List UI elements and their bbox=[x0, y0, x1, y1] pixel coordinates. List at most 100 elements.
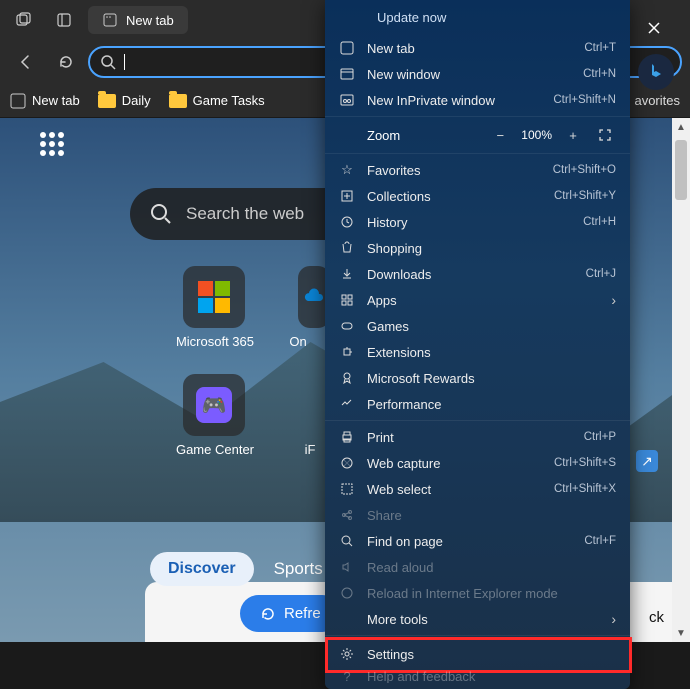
search-placeholder: Search the web bbox=[186, 204, 304, 224]
menu-share: Share bbox=[325, 502, 630, 528]
tile-gamecenter[interactable]: 🎮 bbox=[183, 374, 245, 436]
menu-label: Find on page bbox=[367, 534, 572, 549]
refresh-button[interactable] bbox=[48, 44, 84, 80]
menu-label: New InPrivate window bbox=[367, 93, 541, 108]
onedrive-icon bbox=[302, 285, 326, 309]
menu-rewards[interactable]: Microsoft Rewards bbox=[325, 365, 630, 391]
tile-label: Game Center bbox=[155, 442, 275, 457]
fav-newtab[interactable]: New tab bbox=[10, 93, 80, 109]
menu-settings[interactable]: Settings bbox=[325, 639, 630, 669]
zoom-out-button[interactable]: − bbox=[489, 124, 511, 146]
menu-performance[interactable]: Performance bbox=[325, 391, 630, 417]
menu-separator bbox=[325, 635, 630, 636]
refresh-icon bbox=[260, 606, 276, 622]
menu-inprivate[interactable]: New InPrivate window Ctrl+Shift+N bbox=[325, 87, 630, 113]
fullscreen-button[interactable] bbox=[594, 124, 616, 146]
rewards-icon bbox=[339, 370, 355, 386]
menu-update-now[interactable]: Update now bbox=[325, 0, 630, 35]
history-icon bbox=[339, 214, 355, 230]
menu-label: Print bbox=[367, 430, 572, 445]
menu-label: Shopping bbox=[367, 241, 616, 256]
menu-shortcut: Ctrl+P bbox=[584, 431, 616, 443]
tile-label: iF bbox=[290, 442, 330, 457]
chevron-right-icon: › bbox=[611, 611, 616, 627]
menu-more-tools[interactable]: More tools › bbox=[325, 606, 630, 632]
menu-history[interactable]: History Ctrl+H bbox=[325, 209, 630, 235]
print-icon bbox=[339, 429, 355, 445]
menu-label: Games bbox=[367, 319, 616, 334]
gear-icon bbox=[339, 646, 355, 662]
app-launcher-icon[interactable] bbox=[40, 132, 68, 160]
tile-label: On bbox=[268, 334, 328, 349]
extensions-icon bbox=[339, 344, 355, 360]
close-button[interactable] bbox=[634, 8, 674, 48]
menu-separator bbox=[325, 116, 630, 117]
menu-extensions[interactable]: Extensions bbox=[325, 339, 630, 365]
scroll-thumb[interactable] bbox=[675, 140, 687, 200]
newtab-icon bbox=[339, 40, 355, 56]
gamepad-icon: 🎮 bbox=[196, 387, 232, 423]
menu-label: Share bbox=[367, 508, 616, 523]
search-icon bbox=[150, 203, 172, 225]
menu-web-capture[interactable]: Web capture Ctrl+Shift+S bbox=[325, 450, 630, 476]
menu-favorites[interactable]: ☆ Favorites Ctrl+Shift+O bbox=[325, 157, 630, 183]
bing-icon bbox=[645, 61, 667, 83]
newtab-icon bbox=[10, 93, 26, 109]
menu-label: Apps bbox=[367, 293, 599, 308]
refresh-label: Refre bbox=[284, 605, 321, 622]
menu-find-on-page[interactable]: Find on page Ctrl+F bbox=[325, 528, 630, 554]
games-icon bbox=[339, 318, 355, 334]
menu-zoom: Zoom − 100% + bbox=[325, 120, 630, 150]
browser-tab[interactable]: New tab bbox=[88, 6, 188, 34]
menu-apps[interactable]: Apps › bbox=[325, 287, 630, 313]
copilot-button[interactable] bbox=[638, 54, 674, 90]
menu-separator bbox=[325, 153, 630, 154]
vertical-tabs-icon[interactable] bbox=[48, 4, 80, 36]
menu-print[interactable]: Print Ctrl+P bbox=[325, 424, 630, 450]
open-external-icon[interactable]: ↗ bbox=[636, 450, 658, 472]
collections-icon bbox=[339, 188, 355, 204]
discover-tab[interactable]: Discover bbox=[150, 552, 254, 586]
ie-icon bbox=[339, 585, 355, 601]
menu-label: Microsoft Rewards bbox=[367, 371, 616, 386]
menu-shortcut: Ctrl+N bbox=[583, 68, 616, 80]
scroll-down-icon[interactable]: ▼ bbox=[672, 624, 690, 642]
chevron-right-icon: › bbox=[611, 292, 616, 308]
menu-new-window[interactable]: New window Ctrl+N bbox=[325, 61, 630, 87]
scroll-up-icon[interactable]: ▲ bbox=[672, 118, 690, 136]
fav-label: Game Tasks bbox=[193, 93, 265, 108]
menu-label: Downloads bbox=[367, 267, 574, 282]
tile-microsoft365[interactable] bbox=[183, 266, 245, 328]
find-icon bbox=[339, 533, 355, 549]
menu-label: More tools bbox=[367, 612, 599, 627]
fav-gametasks[interactable]: Game Tasks bbox=[169, 93, 265, 108]
menu-collections[interactable]: Collections Ctrl+Shift+Y bbox=[325, 183, 630, 209]
menu-reload-ie: Reload in Internet Explorer mode bbox=[325, 580, 630, 606]
menu-shortcut: Ctrl+Shift+Y bbox=[554, 190, 616, 202]
back-button[interactable] bbox=[8, 44, 44, 80]
tab-actions-icon[interactable] bbox=[8, 4, 40, 36]
menu-shopping[interactable]: Shopping bbox=[325, 235, 630, 261]
tab-label: New tab bbox=[126, 13, 174, 28]
fav-label: Daily bbox=[122, 93, 151, 108]
fav-daily[interactable]: Daily bbox=[98, 93, 151, 108]
menu-new-tab[interactable]: New tab Ctrl+T bbox=[325, 35, 630, 61]
sports-tab[interactable]: Sports bbox=[274, 559, 323, 579]
inprivate-icon bbox=[339, 92, 355, 108]
share-icon bbox=[339, 507, 355, 523]
download-icon bbox=[339, 266, 355, 282]
menu-downloads[interactable]: Downloads Ctrl+J bbox=[325, 261, 630, 287]
vertical-scrollbar[interactable]: ▲ ▼ bbox=[672, 118, 690, 642]
readaloud-icon bbox=[339, 559, 355, 575]
help-icon: ? bbox=[339, 669, 355, 683]
capture-icon bbox=[339, 455, 355, 471]
menu-games[interactable]: Games bbox=[325, 313, 630, 339]
menu-label: Read aloud bbox=[367, 560, 616, 575]
star-icon: ☆ bbox=[339, 162, 355, 178]
menu-web-select[interactable]: Web select Ctrl+Shift+X bbox=[325, 476, 630, 502]
zoom-in-button[interactable]: + bbox=[562, 124, 584, 146]
performance-icon bbox=[339, 396, 355, 412]
menu-help[interactable]: ? Help and feedback bbox=[325, 669, 630, 683]
folder-icon bbox=[98, 94, 116, 108]
menu-shortcut: Ctrl+F bbox=[584, 535, 616, 547]
